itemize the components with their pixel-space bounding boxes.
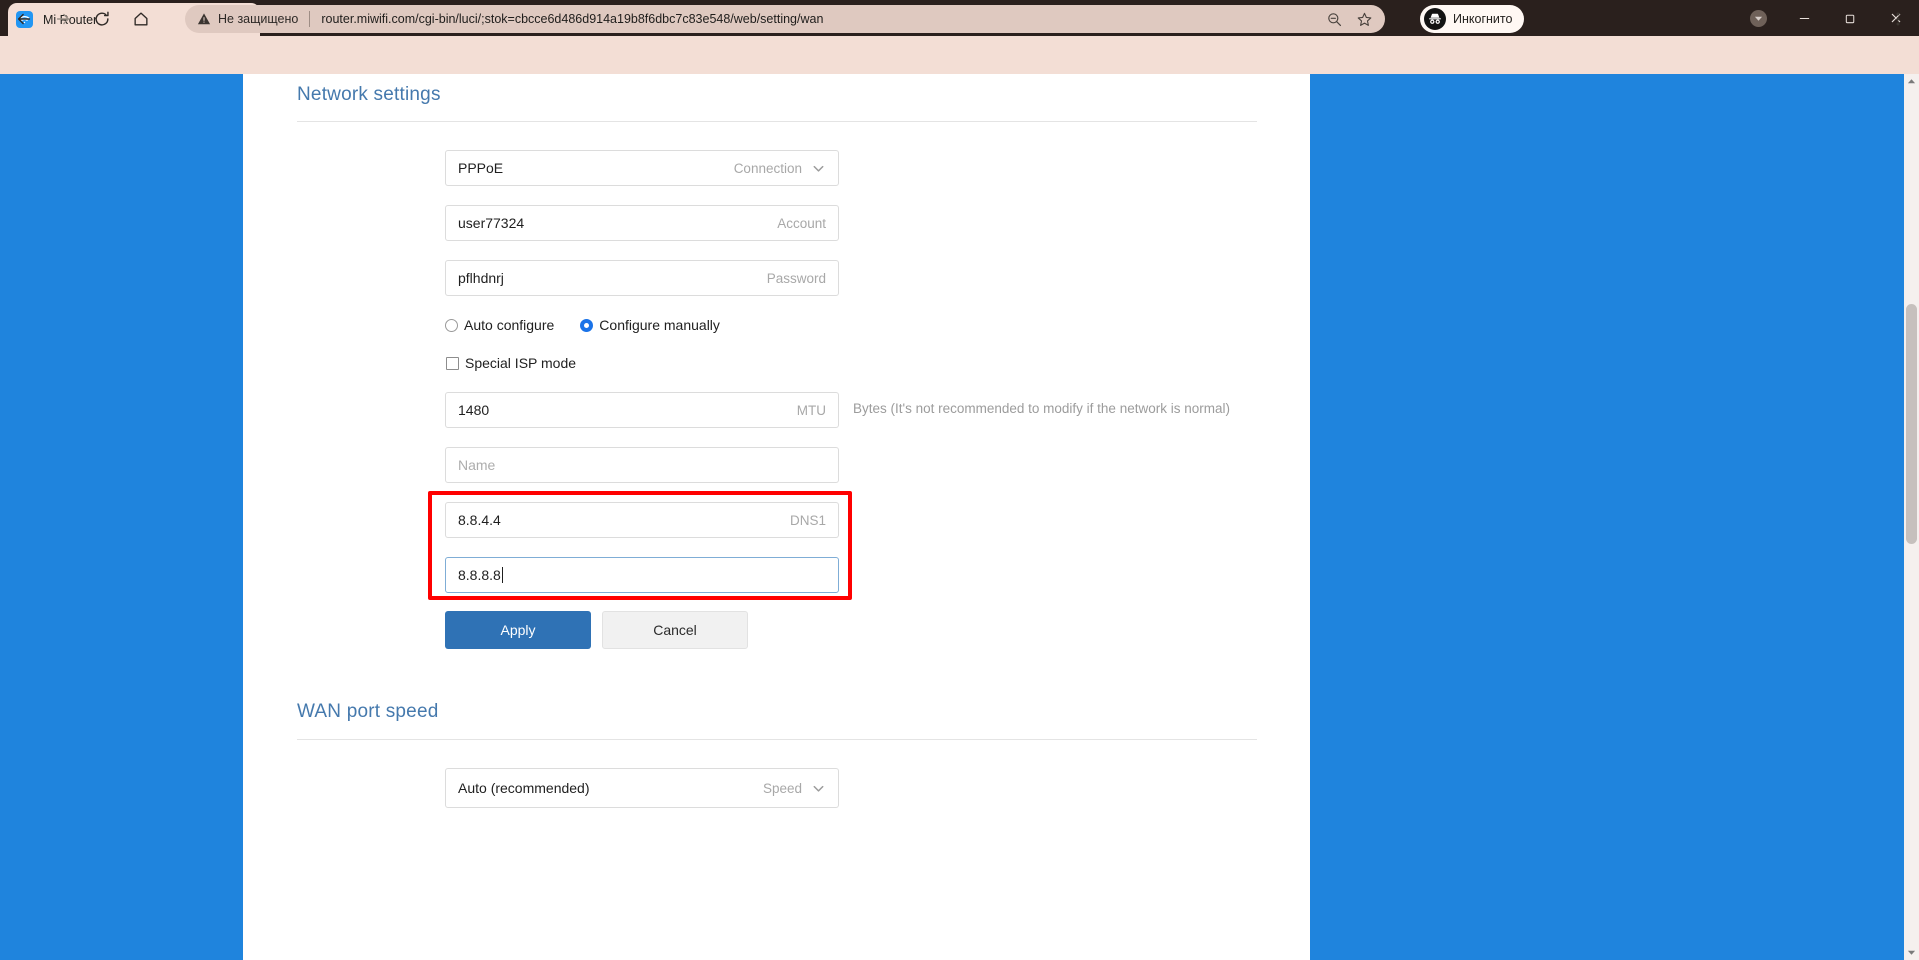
special-isp-mode-label: Special ISP mode [465,355,577,371]
bookmark-star-icon[interactable] [1353,8,1375,30]
router-settings-page: Network settings PPPoE Connection user77… [243,74,1310,960]
speed-label: Speed [762,780,802,796]
chevron-down-icon [811,781,826,796]
connection-select[interactable]: PPPoE Connection [445,150,839,186]
radio-auto-configure-label: Auto configure [464,317,555,333]
section-divider [297,121,1257,122]
name-input[interactable]: Name [445,447,839,483]
home-button[interactable] [127,5,155,33]
address-bar[interactable]: Не защищено router.miwifi.com/cgi-bin/lu… [185,5,1385,33]
maximize-button[interactable] [1827,0,1873,36]
dns1-label: DNS1 [789,512,826,528]
password-input[interactable]: pflhdnrj Password [445,260,839,296]
zoom-out-icon[interactable] [1323,8,1345,30]
dns1-input[interactable]: 8.8.4.4 DNS1 [445,502,839,538]
omnibox-divider [309,11,311,27]
network-settings-heading: Network settings [297,84,441,105]
dns1-value: 8.8.4.4 [458,512,501,528]
speed-value: Auto (recommended) [458,780,590,796]
mtu-input[interactable]: 1480 MTU [445,392,839,428]
scroll-down-arrow-icon[interactable] [1904,945,1919,960]
password-label: Password [766,270,826,286]
account-label: Account [777,215,826,231]
scrollbar-thumb[interactable] [1906,304,1917,544]
special-isp-mode-checkbox[interactable]: Special ISP mode [446,355,576,371]
apply-button[interactable]: Apply [445,611,591,649]
minimize-button[interactable] [1781,0,1827,36]
name-placeholder: Name [458,457,496,473]
wan-port-speed-heading: WAN port speed [297,701,439,722]
account-value: user77324 [458,215,525,231]
dns2-input[interactable]: 8.8.8.8 [445,557,839,593]
radio-configure-manually[interactable]: Configure manually [580,317,720,333]
mtu-value: 1480 [458,402,490,418]
cancel-button[interactable]: Cancel [602,611,748,649]
special-isp-mode-box [446,356,459,370]
browser-menu-button[interactable] [1885,5,1911,33]
page-scrollbar[interactable] [1904,74,1919,960]
radio-configure-manually-label: Configure manually [599,317,720,333]
dns2-value: 8.8.8.8 [458,567,503,583]
chevron-down-icon [811,161,826,176]
wan-section-divider [297,739,1257,740]
mtu-label: MTU [796,402,826,418]
warning-triangle-icon [197,12,211,26]
password-value: pflhdnrj [458,270,504,286]
configure-mode-radio-group: Auto configure Configure manually [445,317,720,333]
mtu-hint: Bytes (It's not recommended to modify if… [853,401,1230,416]
connection-value: PPPoE [458,160,504,176]
browser-toolbar [0,36,1919,74]
forward-button[interactable] [49,5,77,33]
radio-configure-manually-dot [580,318,594,332]
security-warning-label: Не защищено [218,12,299,26]
url-text: router.miwifi.com/cgi-bin/luci/;stok=cbc… [321,12,824,26]
omnibox-actions [1323,5,1375,33]
tab-search-icon[interactable] [1735,0,1781,36]
speed-select[interactable]: Auto (recommended) Speed [445,768,839,808]
connection-label: Connection [733,160,802,176]
radio-auto-configure-dot [445,318,458,332]
scroll-up-arrow-icon[interactable] [1904,74,1919,89]
account-input[interactable]: user77324 Account [445,205,839,241]
security-warning[interactable]: Не защищено [197,12,298,26]
profile-label: Инкогнито [1453,12,1513,26]
profile-incognito-button[interactable]: Инкогнито [1420,5,1525,33]
radio-auto-configure[interactable]: Auto configure [445,317,554,333]
back-button[interactable] [10,5,38,33]
page-viewport: Network settings PPPoE Connection user77… [0,74,1919,960]
text-caret [501,567,503,583]
reload-button[interactable] [88,5,116,33]
incognito-icon [1424,8,1446,30]
